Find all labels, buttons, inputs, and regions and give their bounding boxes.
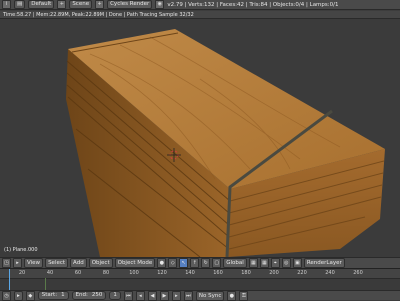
- snap-icon[interactable]: ⌖: [270, 258, 280, 268]
- end-frame-label: End:: [75, 292, 88, 298]
- keyframe-icon[interactable]: ◆: [25, 290, 35, 301]
- start-frame-label: Start:: [41, 292, 58, 298]
- add-menu[interactable]: Add: [70, 258, 87, 268]
- timeline-tick: 180: [241, 270, 251, 276]
- proportional-edit-icon[interactable]: ◎: [281, 258, 291, 268]
- timeline-tick: 80: [102, 270, 110, 276]
- object-menu[interactable]: Object: [88, 258, 113, 268]
- timeline-tick: 200: [269, 270, 279, 276]
- scene-stats: v2.79 | Verts:132 | Faces:42 | Tris:84 |…: [167, 1, 339, 8]
- layer-grid-icon[interactable]: ▦: [248, 258, 258, 268]
- prev-key-icon[interactable]: ◂: [135, 290, 145, 301]
- timeline-tick: 260: [353, 270, 363, 276]
- timeline-tick: 240: [325, 270, 335, 276]
- end-frame-field[interactable]: End: 250: [71, 291, 107, 300]
- sync-selector[interactable]: No Sync: [195, 290, 225, 301]
- add-layout-icon[interactable]: +: [57, 0, 67, 9]
- info-header: i ▤ Default + Scene + Cycles Render ◉ v2…: [0, 0, 400, 10]
- timeline[interactable]: 20 40 60 80 100 120 140 160 180 200 220 …: [0, 268, 400, 291]
- 3d-viewport[interactable]: (1) Plane.000: [0, 19, 400, 257]
- lock-layer-icon[interactable]: ▦: [259, 258, 269, 268]
- pivot-icon[interactable]: ◇: [168, 258, 178, 268]
- render-layer-selector[interactable]: RenderLayer: [303, 258, 345, 268]
- jump-start-icon[interactable]: ⏮: [123, 290, 133, 301]
- render-info-line: Time:58.27 | Mem:22.89M, Peak:22.89M | D…: [0, 11, 400, 19]
- start-frame-field[interactable]: Start: 1: [37, 291, 69, 300]
- timeline-tick: 140: [185, 270, 195, 276]
- scale-icon[interactable]: ▢: [212, 258, 222, 268]
- timeline-ruler[interactable]: 20 40 60 80 100 120 140 160 180 200 220 …: [0, 269, 400, 279]
- layout-selector[interactable]: Default: [28, 0, 55, 9]
- timeline-tick: 60: [74, 270, 82, 276]
- editor-type-icon[interactable]: ◳: [2, 258, 11, 268]
- viewport-render: [66, 29, 385, 257]
- timeline-editor-icon[interactable]: ◷: [2, 290, 11, 301]
- rotate-icon[interactable]: ↻: [201, 258, 211, 268]
- current-frame-field[interactable]: 1: [109, 291, 121, 300]
- 3d-view-header: ◳ ▸ View Select Add Object Object Mode ●…: [0, 257, 400, 268]
- timeline-tick: 160: [213, 270, 223, 276]
- scene-selector[interactable]: Scene: [69, 0, 93, 9]
- timeline-tick: 20: [18, 270, 26, 276]
- timeline-controls: ◷ ▸ ◆ Start: 1 End: 250 1 ⏮ ◂ ◀ ▶ ▸ ⏭ No…: [0, 290, 400, 301]
- record-icon[interactable]: ●: [227, 290, 237, 301]
- playhead[interactable]: [9, 269, 10, 291]
- keying-set-icon[interactable]: ⚿: [239, 290, 249, 301]
- timeline-tick: 40: [46, 270, 54, 276]
- shading-icon[interactable]: ●: [157, 258, 167, 268]
- next-key-icon[interactable]: ▸: [171, 290, 181, 301]
- object-name-label: (1) Plane.000: [4, 247, 38, 253]
- info-editor-icon[interactable]: i: [2, 0, 11, 9]
- blender-logo-icon: ◉: [155, 0, 165, 9]
- view-menu-collapsed[interactable]: ▸: [14, 290, 23, 301]
- menu-collapse-icon[interactable]: ▸: [13, 258, 22, 268]
- mode-selector[interactable]: Object Mode: [114, 258, 156, 268]
- manipulator-icon[interactable]: ↖: [179, 258, 189, 268]
- translate-icon[interactable]: ↑: [190, 258, 200, 268]
- render-preview-icon[interactable]: ▣: [292, 258, 302, 268]
- add-scene-icon[interactable]: +: [95, 0, 105, 9]
- file-menu-placeholder[interactable]: ▤: [14, 0, 26, 9]
- timeline-tick: 100: [129, 270, 139, 276]
- render-engine-selector[interactable]: Cycles Render: [107, 0, 153, 9]
- play-reverse-icon[interactable]: ◀: [147, 290, 157, 301]
- play-icon[interactable]: ▶: [159, 290, 169, 301]
- timeline-tick: 220: [297, 270, 307, 276]
- select-menu[interactable]: Select: [45, 258, 69, 268]
- start-frame-value: 1: [61, 292, 65, 298]
- jump-end-icon[interactable]: ⏭: [183, 290, 193, 301]
- current-frame-value: 1: [113, 292, 117, 298]
- timeline-tick: 120: [157, 270, 167, 276]
- view-menu[interactable]: View: [24, 258, 44, 268]
- orientation-selector[interactable]: Global: [223, 258, 247, 268]
- end-frame-value: 250: [91, 292, 103, 298]
